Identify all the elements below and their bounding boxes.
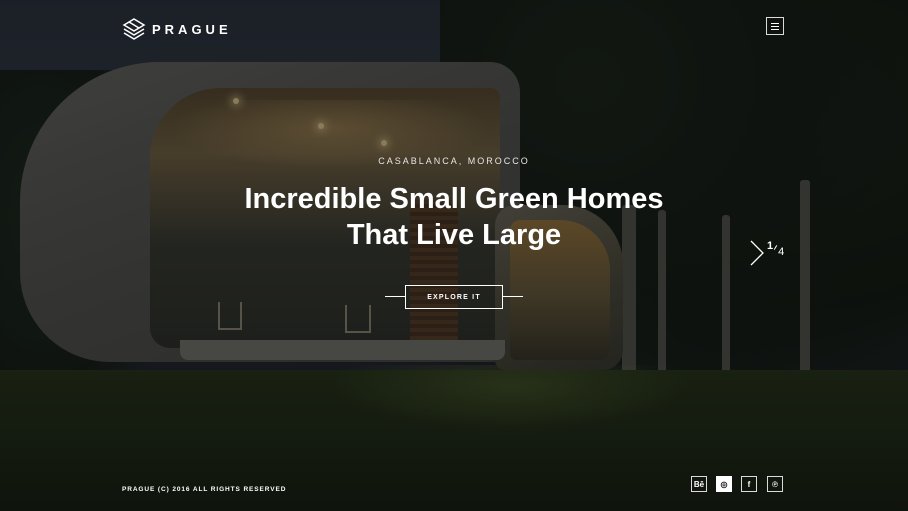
hero-background-image: [0, 0, 908, 511]
hamburger-icon: [771, 22, 779, 24]
dribbble-icon: ◎: [720, 479, 728, 489]
explore-button[interactable]: EXPLORE IT: [405, 285, 503, 309]
brand-logo[interactable]: PRAGUE: [122, 17, 232, 41]
brand-name: PRAGUE: [152, 21, 232, 37]
dribbble-link[interactable]: ◎: [716, 476, 732, 492]
facebook-icon: f: [747, 479, 751, 489]
hero-location: CASABLANCA, MOROCCO: [378, 156, 530, 166]
slide-current: 1: [767, 240, 774, 252]
headline-line-1: Incredible Small Green Homes: [244, 183, 664, 215]
pinterest-icon: ℗: [772, 479, 778, 489]
slide-counter: 14: [767, 240, 784, 258]
slide-total: 4: [778, 246, 785, 258]
dark-overlay: [0, 0, 908, 511]
cta-line-left: [385, 296, 405, 297]
cta-line-right: [503, 296, 523, 297]
explore-cta: EXPLORE IT: [385, 285, 523, 309]
hero-headline: Incredible Small Green Homes That Live L…: [200, 181, 708, 253]
behance-icon: Bē: [693, 479, 705, 489]
copyright-text: PRAGUE (C) 2016 ALL RIGHTS RESERVED: [122, 486, 287, 493]
headline-line-2: That Live Large: [346, 219, 562, 251]
chevron-right-icon[interactable]: [749, 240, 765, 266]
behance-link[interactable]: Bē: [691, 476, 707, 492]
facebook-link[interactable]: f: [741, 476, 757, 492]
pinterest-link[interactable]: ℗: [767, 476, 783, 492]
menu-button[interactable]: [766, 17, 784, 35]
cube-logo-icon: [122, 18, 146, 40]
